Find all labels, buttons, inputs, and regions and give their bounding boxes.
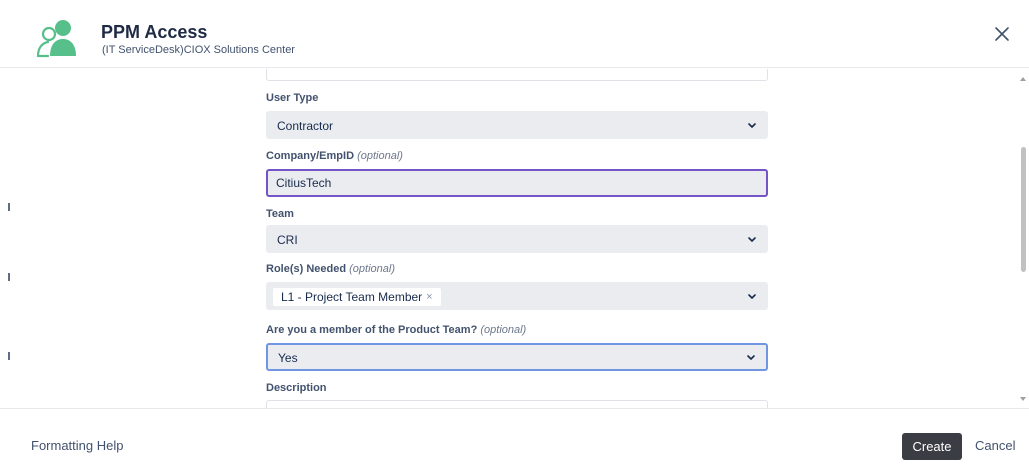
scrollbar-thumb[interactable] — [1021, 147, 1026, 272]
users-icon — [36, 20, 76, 58]
team-value: CRI — [277, 233, 298, 247]
role-tag[interactable]: L1 - Project Team Member × — [273, 288, 441, 306]
previous-field[interactable] — [266, 69, 768, 81]
dialog-footer: Formatting Help Create Cancel — [0, 408, 1029, 474]
dialog-header: PPM Access (IT ServiceDesk)CIOX Solution… — [0, 0, 1029, 68]
team-label: Team — [266, 208, 294, 220]
service-desk-subtitle: (IT ServiceDesk)CIOX Solutions Center — [102, 44, 295, 56]
scroll-up-icon[interactable] — [1020, 77, 1026, 81]
company-label: Company/EmpID (optional) — [266, 150, 403, 162]
user-type-select[interactable]: Contractor — [266, 111, 768, 139]
user-type-label: User Type — [266, 92, 319, 104]
team-select[interactable]: CRI — [266, 225, 768, 253]
description-textarea[interactable] — [266, 400, 768, 408]
close-icon[interactable] — [992, 24, 1012, 44]
remove-tag-icon[interactable]: × — [426, 288, 432, 306]
company-input[interactable] — [266, 169, 768, 197]
create-button[interactable]: Create — [902, 433, 962, 460]
chevron-down-icon — [748, 123, 756, 128]
dialog: PPM Access (IT ServiceDesk)CIOX Solution… — [0, 0, 1029, 474]
scroll-down-icon[interactable] — [1020, 397, 1026, 401]
product-team-label: Are you a member of the Product Team? (o… — [266, 324, 527, 336]
roles-label: Role(s) Needed (optional) — [266, 263, 395, 275]
form-scroll-area[interactable]: User Type Contractor Company/EmpID (opti… — [0, 69, 1029, 408]
product-team-value: Yes — [278, 351, 298, 365]
role-tag-label: L1 - Project Team Member — [281, 290, 423, 304]
vertical-scrollbar[interactable] — [1017, 69, 1029, 408]
chevron-down-icon — [748, 237, 756, 242]
roles-multiselect[interactable]: L1 - Project Team Member × — [266, 282, 768, 310]
user-type-value: Contractor — [277, 119, 334, 133]
page-title: PPM Access — [101, 22, 208, 42]
formatting-help-link[interactable]: Formatting Help — [31, 438, 123, 453]
cancel-button[interactable]: Cancel — [975, 438, 1015, 453]
description-label: Description — [266, 382, 327, 394]
chevron-down-icon — [747, 355, 755, 360]
product-team-select[interactable]: Yes — [266, 343, 768, 371]
chevron-down-icon — [748, 294, 756, 299]
